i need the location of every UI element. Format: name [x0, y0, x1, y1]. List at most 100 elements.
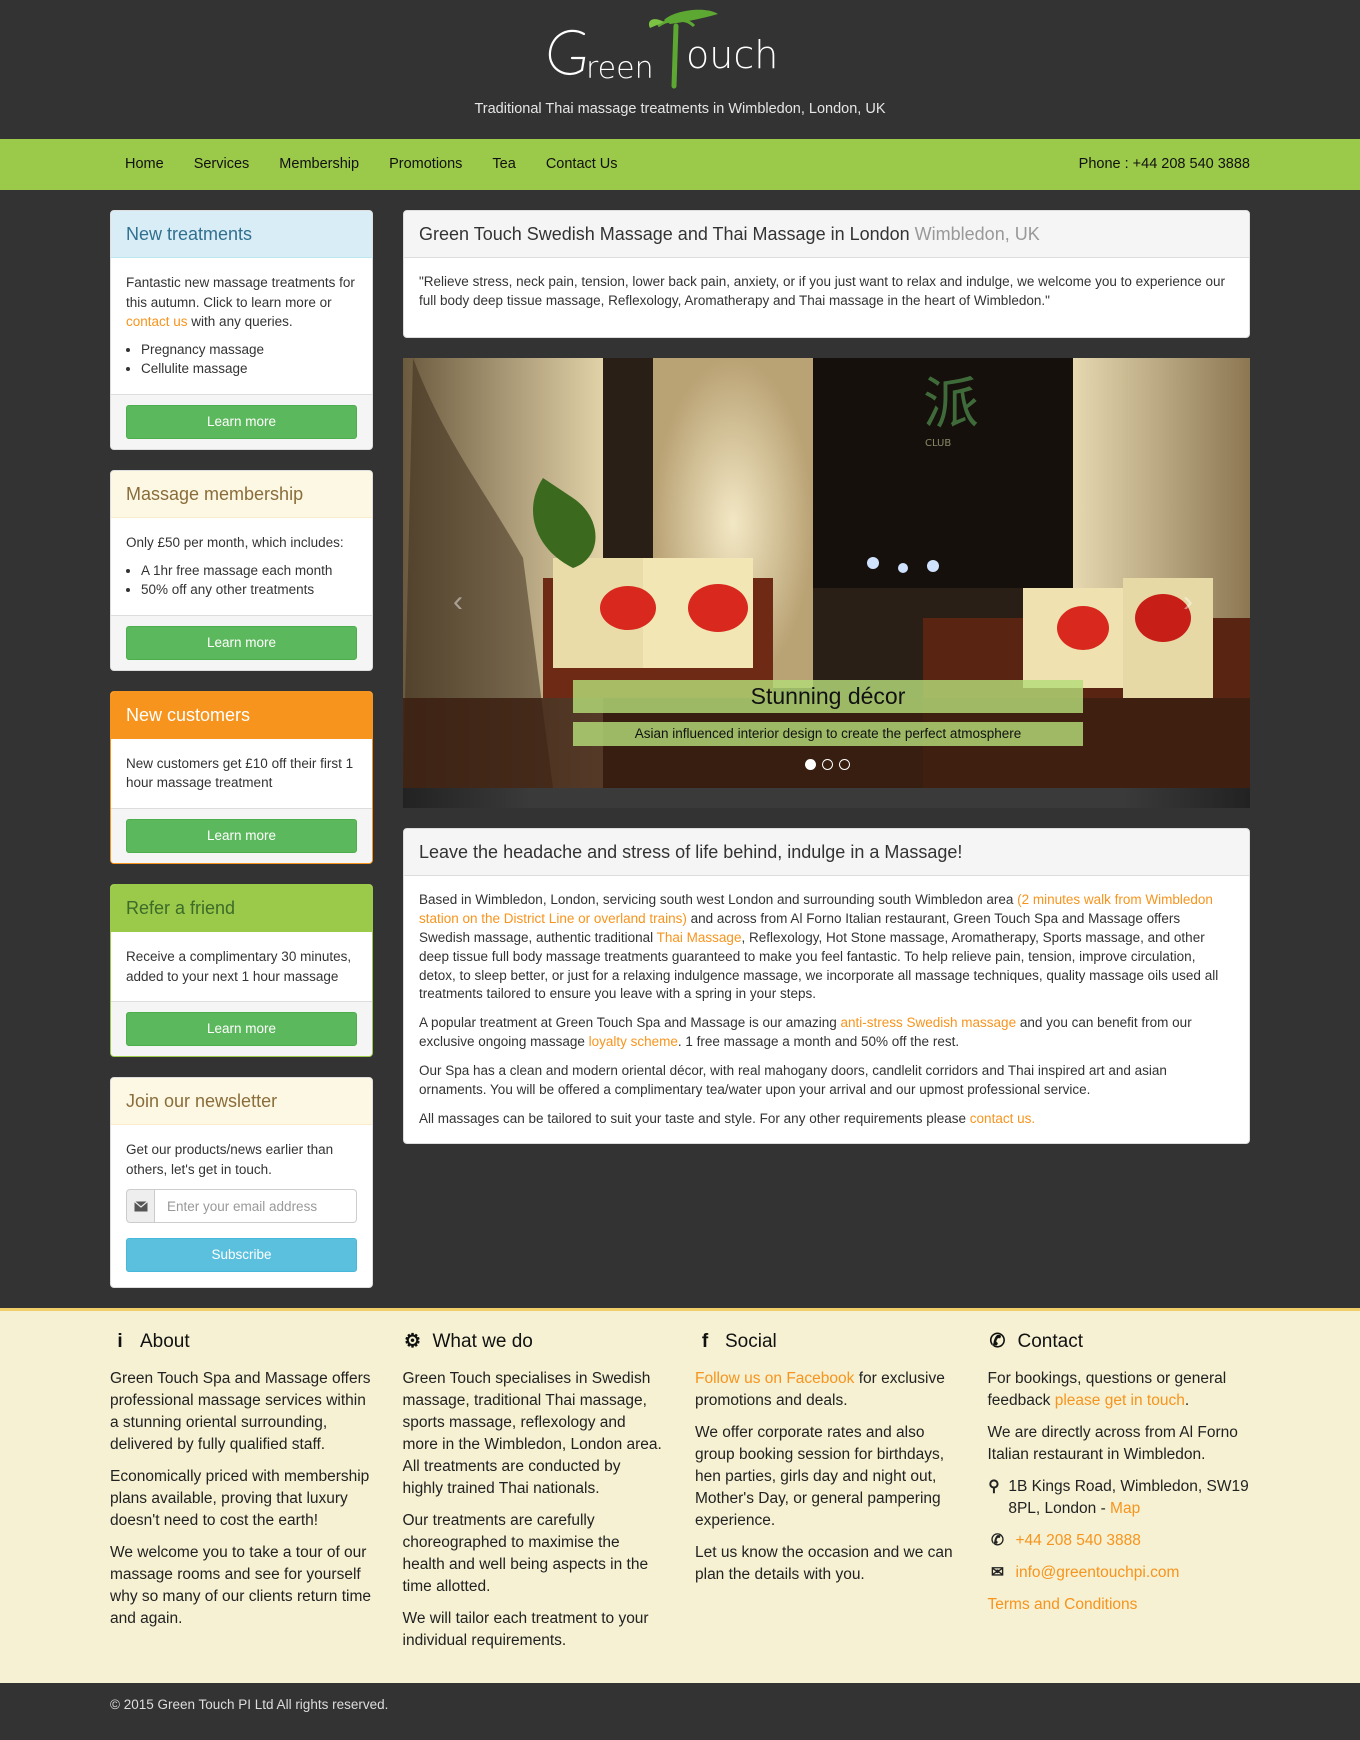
footer-text: We welcome you to take a tour of our mas…: [110, 1544, 372, 1628]
email-line: ✉ info@greentouchpi.com: [988, 1562, 1251, 1584]
footer-text: Let us know the occasion and we can plan…: [695, 1544, 953, 1584]
panel-text: with any queries.: [187, 314, 293, 330]
nav-tea[interactable]: Tea: [477, 154, 530, 175]
map-link[interactable]: Map: [1110, 1500, 1140, 1517]
list-item: 50% off any other treatments: [141, 580, 357, 600]
email-input-group: [126, 1189, 357, 1224]
list-item: Pregnancy massage: [141, 340, 357, 360]
carousel-prev-arrow[interactable]: ‹: [453, 580, 463, 624]
intro-heading: Green Touch Swedish Massage and Thai Mas…: [404, 211, 1249, 259]
panel-text: Only £50 per month, which includes:: [126, 535, 344, 550]
footer-contact: ✆ Contact For bookings, questions or gene…: [988, 1329, 1251, 1673]
panel-text: Fantastic new massage treatments for thi…: [126, 275, 355, 310]
learn-more-button[interactable]: Learn more: [126, 818, 357, 853]
subscribe-button[interactable]: Subscribe: [126, 1238, 357, 1273]
footer-heading: i About: [110, 1329, 373, 1356]
refer-friend-panel: Refer a friend Receive a complimentary 3…: [110, 883, 373, 1058]
carousel-next-arrow[interactable]: ›: [1183, 580, 1193, 624]
footer-heading: ⚙ What we do: [403, 1329, 666, 1356]
panel-title: New treatments: [111, 211, 372, 259]
carousel-caption-title: Stunning décor: [573, 679, 1083, 713]
svg-text:派: 派: [923, 372, 979, 437]
svg-text:reen: reen: [586, 51, 654, 86]
carousel-indicator[interactable]: [805, 758, 816, 770]
nav-membership[interactable]: Membership: [264, 154, 374, 175]
nav-services[interactable]: Services: [179, 154, 265, 175]
footer-text: Follow us on Facebook for exclusive prom…: [695, 1370, 945, 1410]
svg-text:ouch: ouch: [686, 33, 778, 77]
footer-text: We offer corporate rates and also group …: [695, 1424, 945, 1530]
footer-heading: f Social: [695, 1329, 958, 1356]
contact-us-link[interactable]: contact us.: [970, 1111, 1035, 1126]
article-paragraph: All massages can be tailored to suit you…: [419, 1110, 1036, 1126]
panel-text: New customers get £10 off their first 1 …: [126, 755, 354, 791]
new-treatments-panel: New treatments Fantastic new massage tre…: [110, 210, 373, 450]
list-item: A 1hr free massage each month: [141, 561, 357, 581]
image-carousel[interactable]: 派 CLUB ‹ › Stunning décor Asian influenc…: [403, 357, 1250, 808]
panel-footer: Learn more: [111, 1001, 372, 1057]
panel-text: Receive a complimentary 30 minutes, adde…: [126, 949, 352, 984]
panel-body: Only £50 per month, which includes: A 1h…: [111, 518, 372, 615]
footer-text: We will tailor each treatment to your in…: [402, 1610, 649, 1650]
sidebar: New treatments Fantastic new massage tre…: [110, 210, 373, 1289]
copyright-bar: © 2015 Green Touch PI Ltd All rights res…: [0, 1683, 1360, 1725]
phone-link[interactable]: +44 208 540 3888: [1016, 1530, 1141, 1552]
footer-what-we-do: ⚙ What we do Green Touch specialises in S…: [403, 1329, 666, 1673]
facebook-link[interactable]: Follow us on Facebook: [695, 1370, 854, 1387]
new-customers-panel: New customers New customers get £10 off …: [110, 690, 373, 864]
map-marker-icon: ⚲: [988, 1478, 1000, 1496]
thai-massage-link[interactable]: Thai Massage: [657, 930, 742, 945]
panel-title: Join our newsletter: [111, 1078, 372, 1126]
footer-social: f Social Follow us on Facebook for exclus…: [695, 1329, 958, 1673]
panel-title: Massage membership: [111, 470, 372, 518]
phone-icon: ✆: [991, 1532, 1004, 1550]
panel-footer: Learn more: [111, 807, 372, 863]
learn-more-button[interactable]: Learn more: [126, 1012, 357, 1047]
panel-text: Get our products/news earlier than other…: [126, 1142, 334, 1177]
membership-panel: Massage membership Only £50 per month, w…: [110, 469, 373, 671]
envelope-icon: [126, 1189, 155, 1224]
site-footer: i About Green Touch Spa and Massage offer…: [0, 1308, 1360, 1684]
nav-contact-us[interactable]: Contact Us: [531, 154, 633, 175]
address-line: ⚲ 1B Kings Road, Wimbledon, SW19 8PL, Lo…: [988, 1476, 1251, 1520]
article-paragraph: A popular treatment at Green Touch Spa a…: [419, 1015, 1192, 1050]
nav-phone-number: Phone : +44 208 540 3888: [1078, 155, 1250, 172]
greentouch-logo[interactable]: reen ouch: [546, 8, 810, 92]
email-link[interactable]: info@greentouchpi.com: [1016, 1562, 1180, 1584]
panel-body: New customers get £10 off their first 1 …: [111, 739, 372, 808]
info-icon: i: [117, 1331, 123, 1353]
loyalty-scheme-link[interactable]: loyalty scheme: [589, 1034, 678, 1049]
panel-body: Get our products/news earlier than other…: [111, 1125, 372, 1287]
carousel-indicator[interactable]: [839, 758, 850, 770]
site-header: reen ouch Traditional Thai massage treat…: [0, 0, 1360, 139]
article-panel: Leave the headache and stress of life be…: [403, 827, 1250, 1144]
carousel-indicator[interactable]: [822, 758, 833, 770]
page-subtitle: Wimbledon, UK: [914, 224, 1040, 244]
footer-heading: ✆ Contact: [988, 1329, 1251, 1356]
treatment-list: Pregnancy massage Cellulite massage: [126, 340, 357, 379]
intro-panel: Green Touch Swedish Massage and Thai Mas…: [403, 210, 1250, 338]
panel-title: New customers: [111, 691, 372, 739]
contact-us-link[interactable]: contact us: [126, 314, 188, 329]
swedish-massage-link[interactable]: anti-stress Swedish massage: [841, 1015, 1017, 1030]
learn-more-button[interactable]: Learn more: [126, 404, 357, 439]
email-field[interactable]: [155, 1189, 357, 1224]
carousel-caption-text: Asian influenced interior design to crea…: [573, 721, 1083, 746]
nav-home[interactable]: Home: [110, 154, 179, 175]
footer-text: Economically priced with membership plan…: [110, 1468, 370, 1530]
article-paragraph: Our Spa has a clean and modern oriental …: [419, 1063, 1167, 1097]
footer-about: i About Green Touch Spa and Massage offer…: [110, 1329, 373, 1673]
get-in-touch-link[interactable]: please get in touch: [1055, 1392, 1185, 1409]
learn-more-button[interactable]: Learn more: [126, 625, 357, 660]
terms-link[interactable]: Terms and Conditions: [988, 1596, 1138, 1613]
panel-footer: Learn more: [111, 393, 372, 449]
carousel-shadow: [403, 787, 1250, 808]
panel-body: Fantastic new massage treatments for thi…: [111, 258, 372, 394]
nav-promotions[interactable]: Promotions: [374, 154, 477, 175]
envelope-icon: ✉: [991, 1564, 1004, 1582]
article-title: Leave the headache and stress of life be…: [404, 828, 1249, 876]
footer-text: Green Touch Spa and Massage offers profe…: [110, 1370, 371, 1454]
carousel-indicators: [805, 758, 850, 770]
footer-text: Green Touch specialises in Swedish massa…: [402, 1370, 662, 1498]
intro-body: "Relieve stress, neck pain, tension, low…: [404, 258, 1249, 337]
